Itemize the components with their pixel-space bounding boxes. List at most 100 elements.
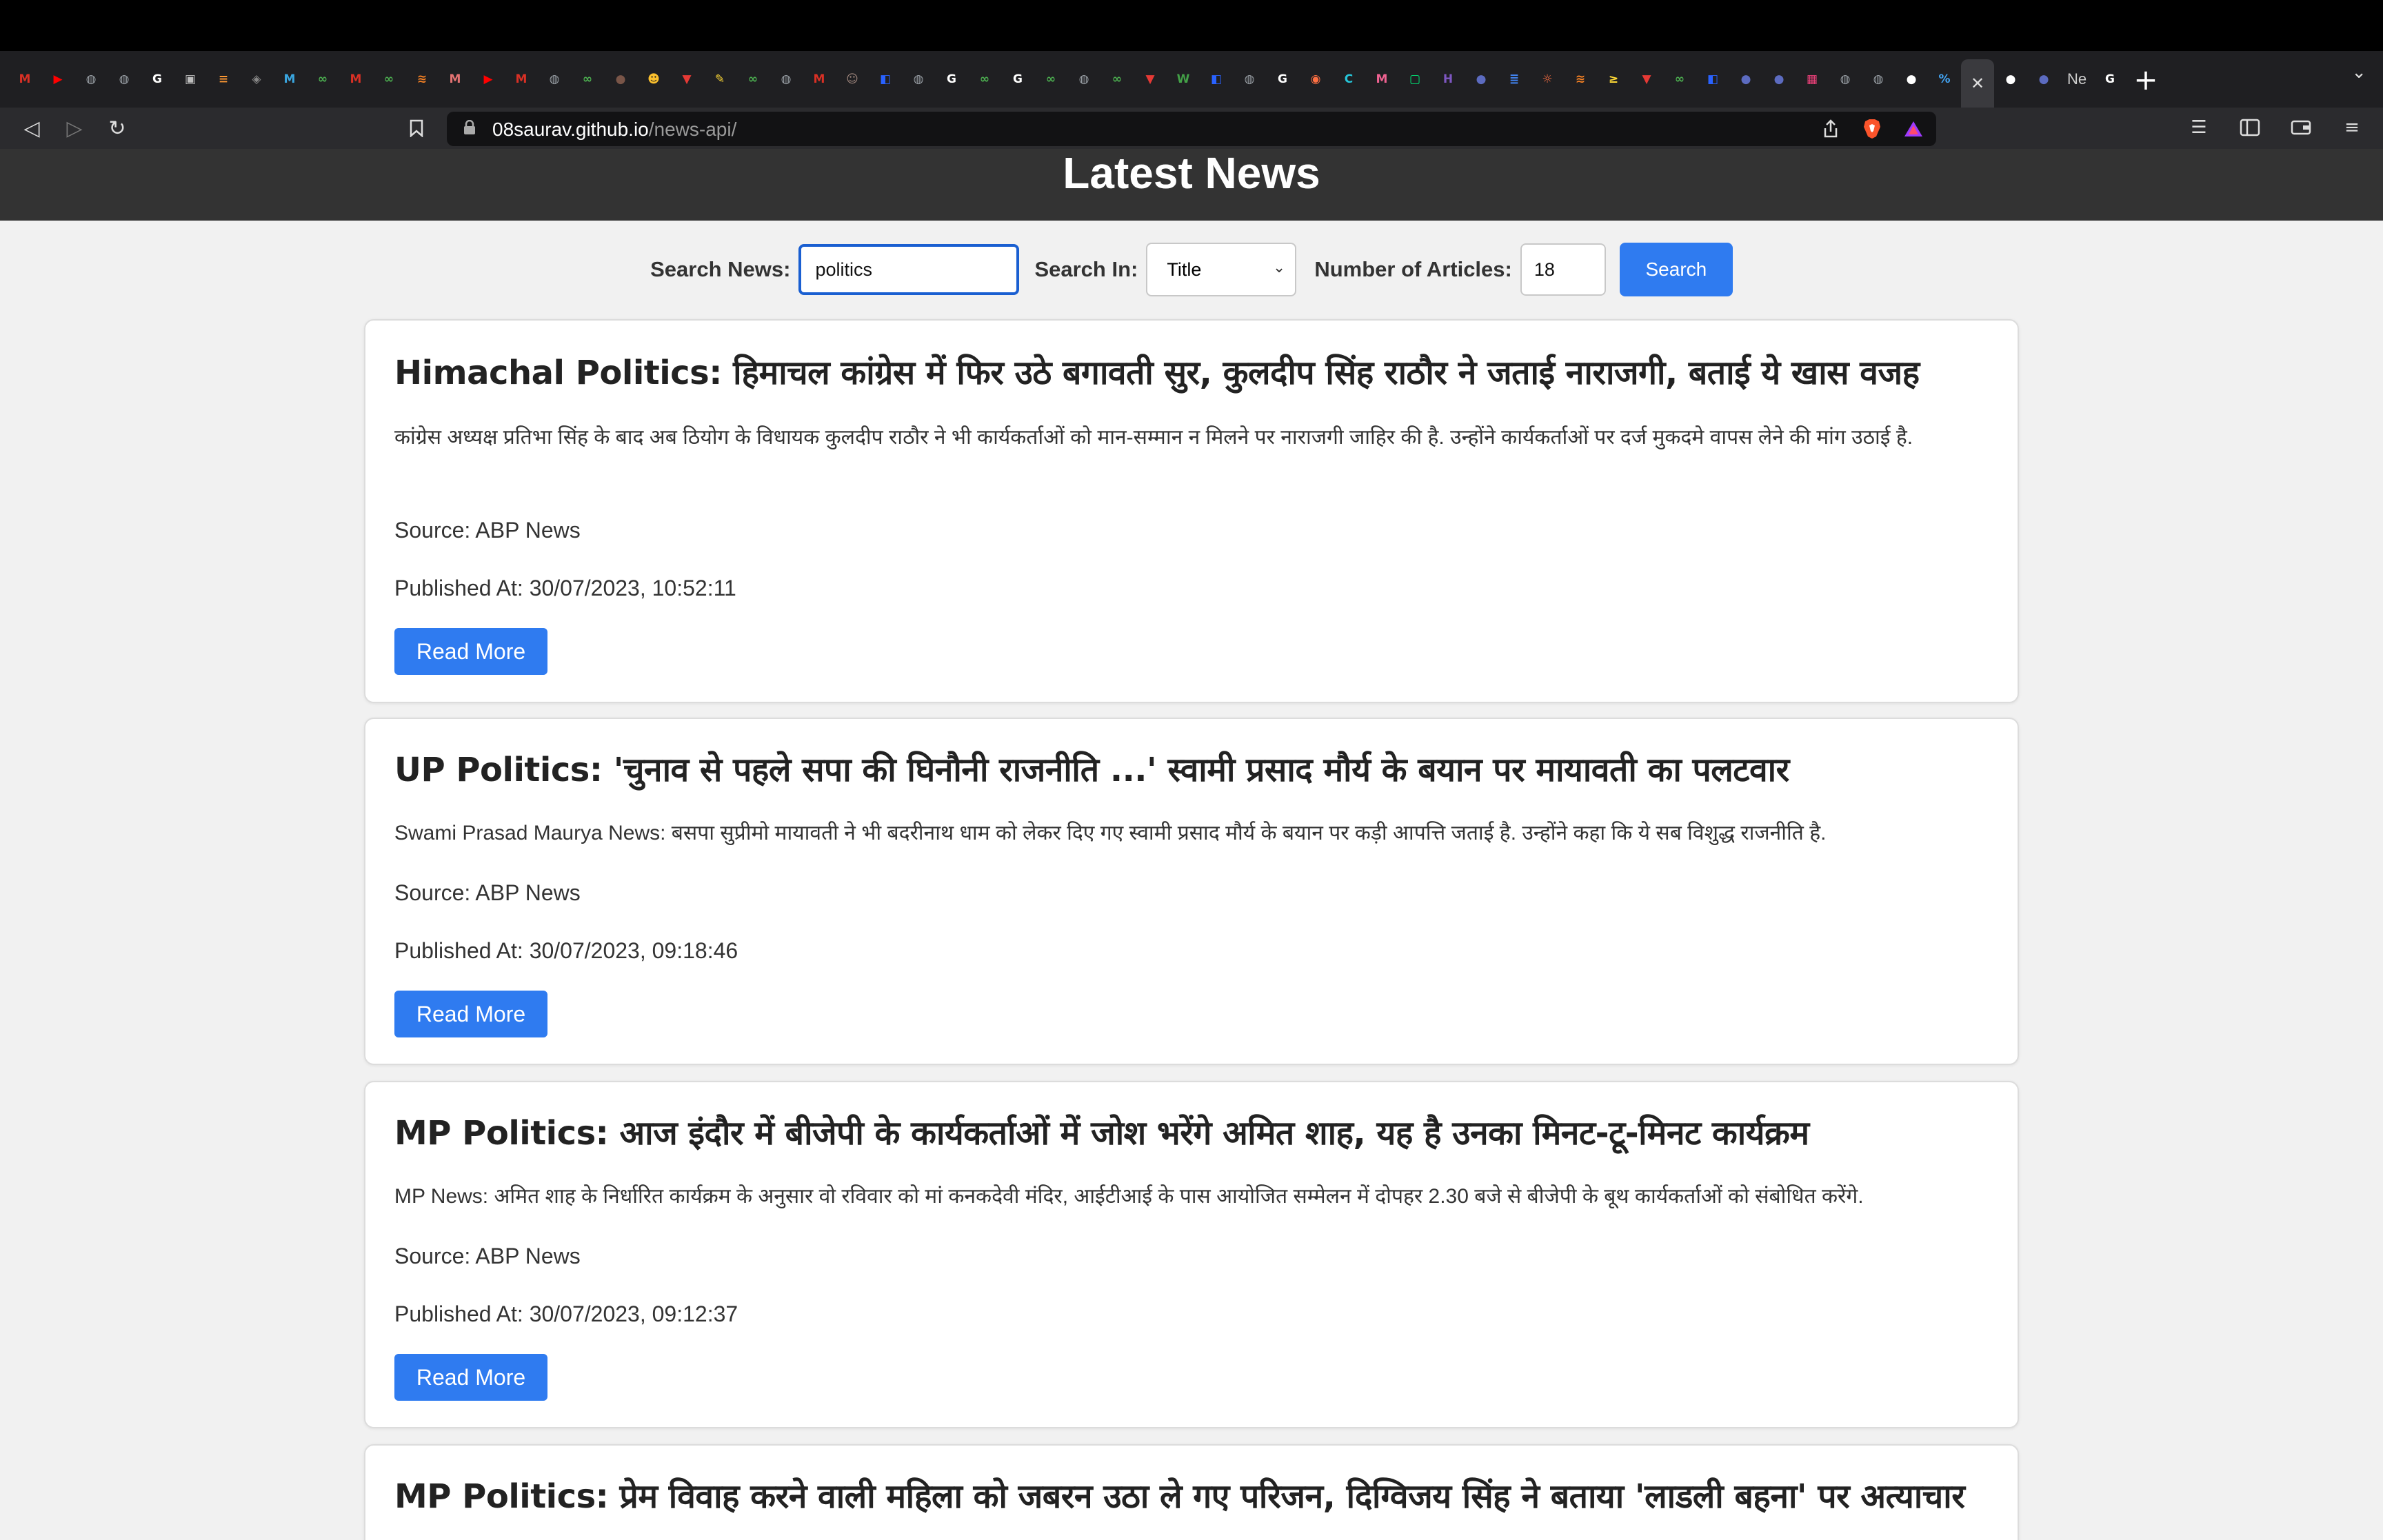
browser-tab[interactable]: ▣ — [174, 57, 207, 102]
browser-tab[interactable]: H — [1431, 57, 1465, 102]
browser-tab[interactable]: ≡ — [207, 57, 240, 102]
search-in-select[interactable]: Title ⌄ — [1146, 243, 1297, 296]
link-icon: ∞ — [1674, 72, 1685, 86]
browser-tab[interactable]: ≋ — [405, 57, 439, 102]
link-icon: ∞ — [747, 72, 758, 86]
browser-tab[interactable]: ◉ — [1299, 57, 1332, 102]
browser-tab[interactable]: ◍ — [108, 57, 141, 102]
browser-tab[interactable]: ≥ — [1597, 57, 1630, 102]
wallet-icon[interactable] — [2289, 116, 2313, 139]
browser-tab[interactable]: % — [1928, 57, 1961, 102]
browser-tab[interactable]: ◍ — [538, 57, 571, 102]
share-icon[interactable] — [1819, 117, 1842, 141]
playlist-icon[interactable]: ☰ — [2187, 116, 2211, 139]
browser-tab[interactable]: ◍ — [1862, 57, 1895, 102]
browser-tab[interactable]: ◧ — [869, 57, 902, 102]
browser-tab[interactable]: W — [1167, 57, 1200, 102]
circle-icon: ● — [2038, 72, 2049, 86]
browser-tab[interactable]: ▼ — [1630, 57, 1663, 102]
read-more-button[interactable]: Read More — [394, 991, 547, 1037]
browser-tab[interactable]: ▢ — [1398, 57, 1431, 102]
sidebar-icon[interactable] — [2238, 116, 2262, 139]
close-icon: ✕ — [1970, 74, 1985, 93]
browser-tab[interactable]: ☻ — [637, 57, 670, 102]
browser-tab[interactable]: ▶ — [472, 57, 505, 102]
browser-tab[interactable]: ◈ — [240, 57, 273, 102]
cube-icon: ◧ — [1210, 72, 1223, 86]
article-title: MP Politics: प्रेम विवाह करने वाली महिला… — [394, 1477, 1965, 1516]
forward-icon[interactable]: ▷ — [61, 114, 88, 142]
browser-tab[interactable]: ◍ — [74, 57, 108, 102]
browser-tab[interactable]: M — [505, 57, 538, 102]
browser-tab[interactable]: M — [1365, 57, 1398, 102]
calendar-icon: ▦ — [1806, 72, 1818, 86]
browser-tab[interactable]: ✎ — [703, 57, 736, 102]
browser-tab[interactable]: ● — [1994, 57, 2027, 102]
browser-tab[interactable]: G — [2093, 57, 2126, 102]
browser-tab[interactable]: ▶ — [41, 57, 74, 102]
read-more-button[interactable]: Read More — [394, 1354, 547, 1401]
cube-icon: ◧ — [1707, 72, 1719, 86]
browser-tab[interactable]: ∞ — [1100, 57, 1134, 102]
browser-tab[interactable]: ∞ — [1663, 57, 1696, 102]
browser-tab[interactable]: ≋ — [1564, 57, 1597, 102]
new-tab-plus-icon[interactable]: + — [2126, 57, 2165, 102]
back-icon[interactable]: ◁ — [18, 114, 46, 142]
lock-icon[interactable] — [463, 119, 476, 135]
browser-tab[interactable]: ◧ — [1696, 57, 1729, 102]
chevron-down-icon: ⌄ — [1272, 259, 1286, 276]
cube-icon: ◧ — [879, 72, 892, 86]
search-button[interactable]: Search — [1619, 243, 1733, 296]
brave-rewards-icon[interactable] — [1902, 117, 1925, 141]
browser-tab[interactable]: ● — [1762, 57, 1796, 102]
browser-tab[interactable]: ● — [604, 57, 637, 102]
browser-tab[interactable]: ▦ — [1796, 57, 1829, 102]
browser-tab[interactable]: ☼ — [1531, 57, 1564, 102]
browser-tab[interactable]: ● — [2027, 57, 2060, 102]
browser-tab-title[interactable]: Ne — [2060, 57, 2093, 102]
browser-tab[interactable]: M — [8, 57, 41, 102]
url-text[interactable]: 08saurav.github.io/news-api/ — [492, 119, 736, 141]
browser-tab[interactable]: ▼ — [1134, 57, 1167, 102]
reload-icon[interactable]: ↻ — [103, 114, 131, 142]
browser-tab[interactable]: ∞ — [571, 57, 604, 102]
browser-tab[interactable]: G — [1001, 57, 1034, 102]
browser-tab[interactable]: ◍ — [1829, 57, 1862, 102]
browser-tab[interactable]: ▼ — [670, 57, 703, 102]
tab-search-chevron-icon[interactable]: ⌄ — [2351, 62, 2366, 83]
search-input[interactable] — [798, 244, 1020, 295]
bookmark-icon[interactable] — [403, 114, 430, 142]
browser-tab[interactable]: M — [339, 57, 372, 102]
browser-tab[interactable]: ● — [1465, 57, 1498, 102]
circle-icon: ● — [1773, 72, 1784, 86]
browser-tab[interactable]: ✕ — [1961, 59, 1994, 108]
browser-tab[interactable]: C — [1332, 57, 1365, 102]
browser-tab[interactable]: M — [803, 57, 836, 102]
browser-tab[interactable]: M — [439, 57, 472, 102]
browser-tab[interactable]: ◍ — [770, 57, 803, 102]
read-more-button[interactable]: Read More — [394, 628, 547, 675]
browser-tab[interactable]: ◍ — [1067, 57, 1100, 102]
browser-tab[interactable]: ∞ — [968, 57, 1001, 102]
browser-tab[interactable]: ∞ — [306, 57, 339, 102]
address-bar[interactable]: 08saurav.github.io/news-api/ — [447, 112, 1936, 146]
browser-tab[interactable]: ◍ — [902, 57, 935, 102]
brave-shield-icon[interactable] — [1860, 117, 1884, 141]
browser-tab[interactable]: ∞ — [372, 57, 405, 102]
article-source: Source: ABP News — [394, 880, 581, 905]
browser-tab[interactable]: ≣ — [1498, 57, 1531, 102]
article-count-input[interactable] — [1520, 243, 1606, 296]
browser-tab[interactable]: M — [273, 57, 306, 102]
browser-tab[interactable]: G — [935, 57, 968, 102]
browser-tab[interactable]: ◍ — [1233, 57, 1266, 102]
browser-tab[interactable]: ◧ — [1200, 57, 1233, 102]
browser-tab[interactable]: G — [141, 57, 174, 102]
menu-icon[interactable]: ≡ — [2340, 116, 2364, 139]
browser-tab[interactable]: ● — [1895, 57, 1928, 102]
browser-tab[interactable]: ∞ — [736, 57, 770, 102]
browser-tab[interactable]: ● — [1729, 57, 1762, 102]
browser-tab[interactable]: ☺ — [836, 57, 869, 102]
search-in-label: Search In: — [1034, 257, 1138, 281]
browser-tab[interactable]: G — [1266, 57, 1299, 102]
browser-tab[interactable]: ∞ — [1034, 57, 1067, 102]
